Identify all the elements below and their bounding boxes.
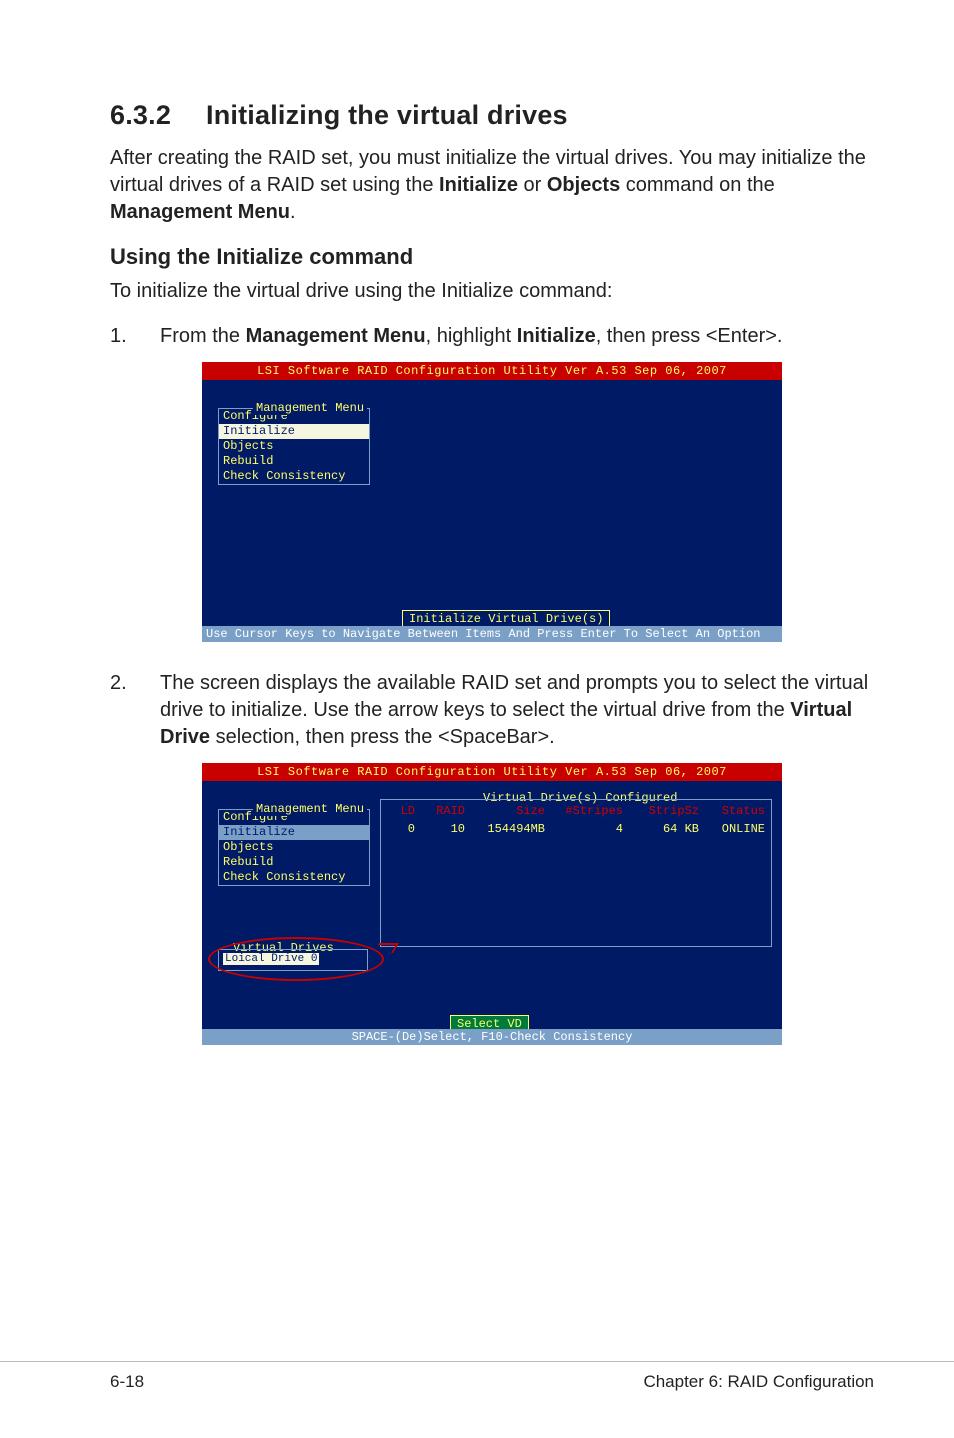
col-stripsz: StripSz	[623, 803, 699, 819]
menu-item-rebuild-2[interactable]: Rebuild	[219, 855, 369, 870]
bios-help-bar-2: SPACE-(De)Select, F10-Check Consistency	[202, 1029, 782, 1045]
objects-word: Objects	[547, 174, 620, 196]
intro-text-4: .	[290, 201, 296, 223]
step-1-b1: Management Menu	[246, 325, 426, 347]
subsection-heading: Using the Initialize command	[110, 244, 874, 270]
menu-item-initialize[interactable]: Initialize	[219, 424, 369, 439]
step-1-pre: From the	[160, 325, 246, 347]
intro-paragraph: After creating the RAID set, you must in…	[110, 145, 874, 226]
step-2-number: 2.	[110, 670, 160, 751]
col-size: Size	[465, 803, 545, 819]
section-number: 6.3.2	[110, 100, 206, 131]
col-ld: LD	[387, 803, 415, 819]
management-menu-box[interactable]: Management Menu Configure Initialize Obj…	[218, 408, 370, 485]
management-menu-label-2: Management Menu	[253, 802, 367, 816]
vd-table-header: LD RAID Size #Stripes StripSz Status	[381, 803, 771, 819]
col-status: Status	[699, 803, 765, 819]
intro-text-2: or	[518, 174, 547, 196]
cell-raid: 10	[415, 821, 465, 837]
step-1: 1. From the Management Menu, highlight I…	[110, 323, 874, 350]
bios-title-bar-2: LSI Software RAID Configuration Utility …	[202, 763, 782, 781]
menu-item-check-consistency[interactable]: Check Consistency	[219, 469, 369, 484]
management-menu-label: Management Menu	[253, 401, 367, 415]
step-2: 2. The screen displays the available RAI…	[110, 670, 874, 751]
menu-item-objects[interactable]: Objects	[219, 439, 369, 454]
step-2-text: The screen displays the available RAID s…	[160, 670, 874, 751]
cell-stripsz: 64 KB	[623, 821, 699, 837]
section-heading: 6.3.2Initializing the virtual drives	[110, 100, 874, 131]
section-title-text: Initializing the virtual drives	[206, 100, 568, 130]
cell-ld: 0	[387, 821, 415, 837]
bios-screenshot-1: LSI Software RAID Configuration Utility …	[202, 362, 782, 642]
page-footer: 6-18 Chapter 6: RAID Configuration	[0, 1361, 954, 1438]
step-1-b2: Initialize	[517, 325, 596, 347]
subsection-intro: To initialize the virtual drive using th…	[110, 278, 874, 305]
step-1-end: , then press <Enter>.	[596, 325, 783, 347]
col-raid: RAID	[415, 803, 465, 819]
menu-item-objects-2[interactable]: Objects	[219, 840, 369, 855]
vd-table-row[interactable]: 0 10 154494MB 4 64 KB ONLINE	[381, 821, 771, 837]
virtual-drives-box[interactable]: Loical Drive 0	[218, 949, 368, 971]
cell-stripes: 4	[545, 821, 623, 837]
intro-text-3: command on the	[620, 174, 775, 196]
bios-help-bar-1: Use Cursor Keys to Navigate Between Item…	[202, 626, 782, 642]
step-1-text: From the Management Menu, highlight Init…	[160, 323, 874, 350]
cell-size: 154494MB	[465, 821, 545, 837]
step-2-end: selection, then press the <SpaceBar>.	[210, 726, 555, 748]
step-2-pre: The screen displays the available RAID s…	[160, 672, 868, 721]
management-menu-box-2[interactable]: Management Menu Configure Initialize Obj…	[218, 809, 370, 886]
management-menu-word: Management Menu	[110, 201, 290, 223]
virtual-drive-item[interactable]: Loical Drive 0	[223, 953, 319, 965]
footer-page-number: 6-18	[110, 1372, 144, 1392]
bios-title-bar: LSI Software RAID Configuration Utility …	[202, 362, 782, 380]
bios-screenshot-2: LSI Software RAID Configuration Utility …	[202, 763, 782, 1045]
cell-status: ONLINE	[699, 821, 765, 837]
col-stripes: #Stripes	[545, 803, 623, 819]
step-1-number: 1.	[110, 323, 160, 350]
footer-chapter: Chapter 6: RAID Configuration	[643, 1372, 874, 1392]
virtual-drives-table: LD RAID Size #Stripes StripSz Status 0 1…	[380, 799, 772, 947]
initialize-word: Initialize	[439, 174, 518, 196]
step-1-mid: , highlight	[426, 325, 517, 347]
menu-item-rebuild[interactable]: Rebuild	[219, 454, 369, 469]
menu-item-initialize-2[interactable]: Initialize	[219, 825, 369, 840]
menu-item-check-consistency-2[interactable]: Check Consistency	[219, 870, 369, 885]
